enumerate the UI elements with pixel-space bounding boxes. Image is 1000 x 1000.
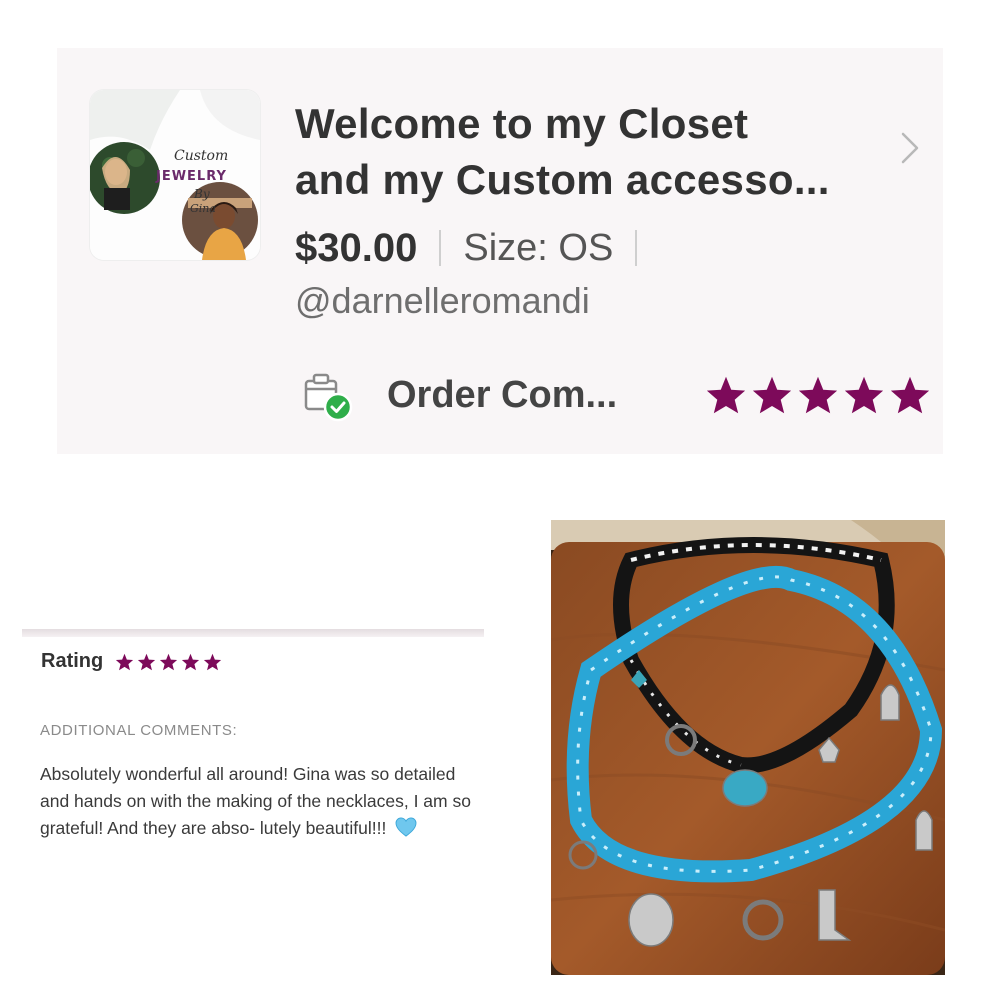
review-rating-row: Rating	[41, 650, 222, 673]
review-rating-stars	[115, 653, 222, 671]
listing-thumbnail[interactable]: Custom JEWELRY By Gina	[90, 90, 260, 260]
listing-price: $30.00	[295, 225, 418, 270]
listing-title-line-2: and my Custom accesso...	[295, 156, 830, 203]
star-icon	[204, 653, 222, 670]
listing-title[interactable]: Welcome to my Closet and my Custom acces…	[295, 96, 895, 208]
additional-comments-heading: ADDITIONAL COMMENTS:	[40, 722, 238, 739]
svg-text:By: By	[193, 187, 210, 201]
star-icon	[182, 653, 200, 670]
seller-username[interactable]: @darnelleromandi	[295, 280, 590, 322]
review-divider	[22, 629, 484, 637]
svg-text:JEWELRY: JEWELRY	[155, 169, 227, 184]
review-comment: Absolutely wonderful all around! Gina wa…	[40, 761, 480, 842]
order-status: Order Com...	[387, 374, 618, 416]
star-icon	[706, 376, 746, 414]
star-icon	[752, 376, 792, 414]
separator	[439, 230, 442, 266]
star-icon	[116, 653, 134, 670]
star-icon	[138, 653, 156, 670]
listing-rating-stars	[705, 375, 931, 415]
product-photo	[551, 520, 945, 975]
star-icon	[844, 376, 884, 414]
thumbnail-collage-image: Custom JEWELRY By Gina	[90, 90, 260, 260]
listing-card[interactable]: Custom JEWELRY By Gina Welcome to my Clo…	[57, 48, 943, 454]
separator	[635, 230, 638, 266]
svg-text:Custom: Custom	[174, 148, 228, 164]
heart-icon	[395, 817, 417, 837]
star-icon	[890, 376, 930, 414]
price-size-row: $30.00 Size: OS	[295, 220, 659, 276]
rating-label: Rating	[41, 650, 104, 672]
star-icon	[798, 376, 838, 414]
star-icon	[160, 653, 178, 670]
svg-text:Gina: Gina	[190, 202, 216, 215]
listing-title-line-1: Welcome to my Closet	[295, 100, 749, 147]
listing-size: Size: OS	[463, 226, 614, 269]
order-complete-box-icon	[304, 373, 353, 422]
chevron-right-icon[interactable]	[895, 130, 923, 166]
